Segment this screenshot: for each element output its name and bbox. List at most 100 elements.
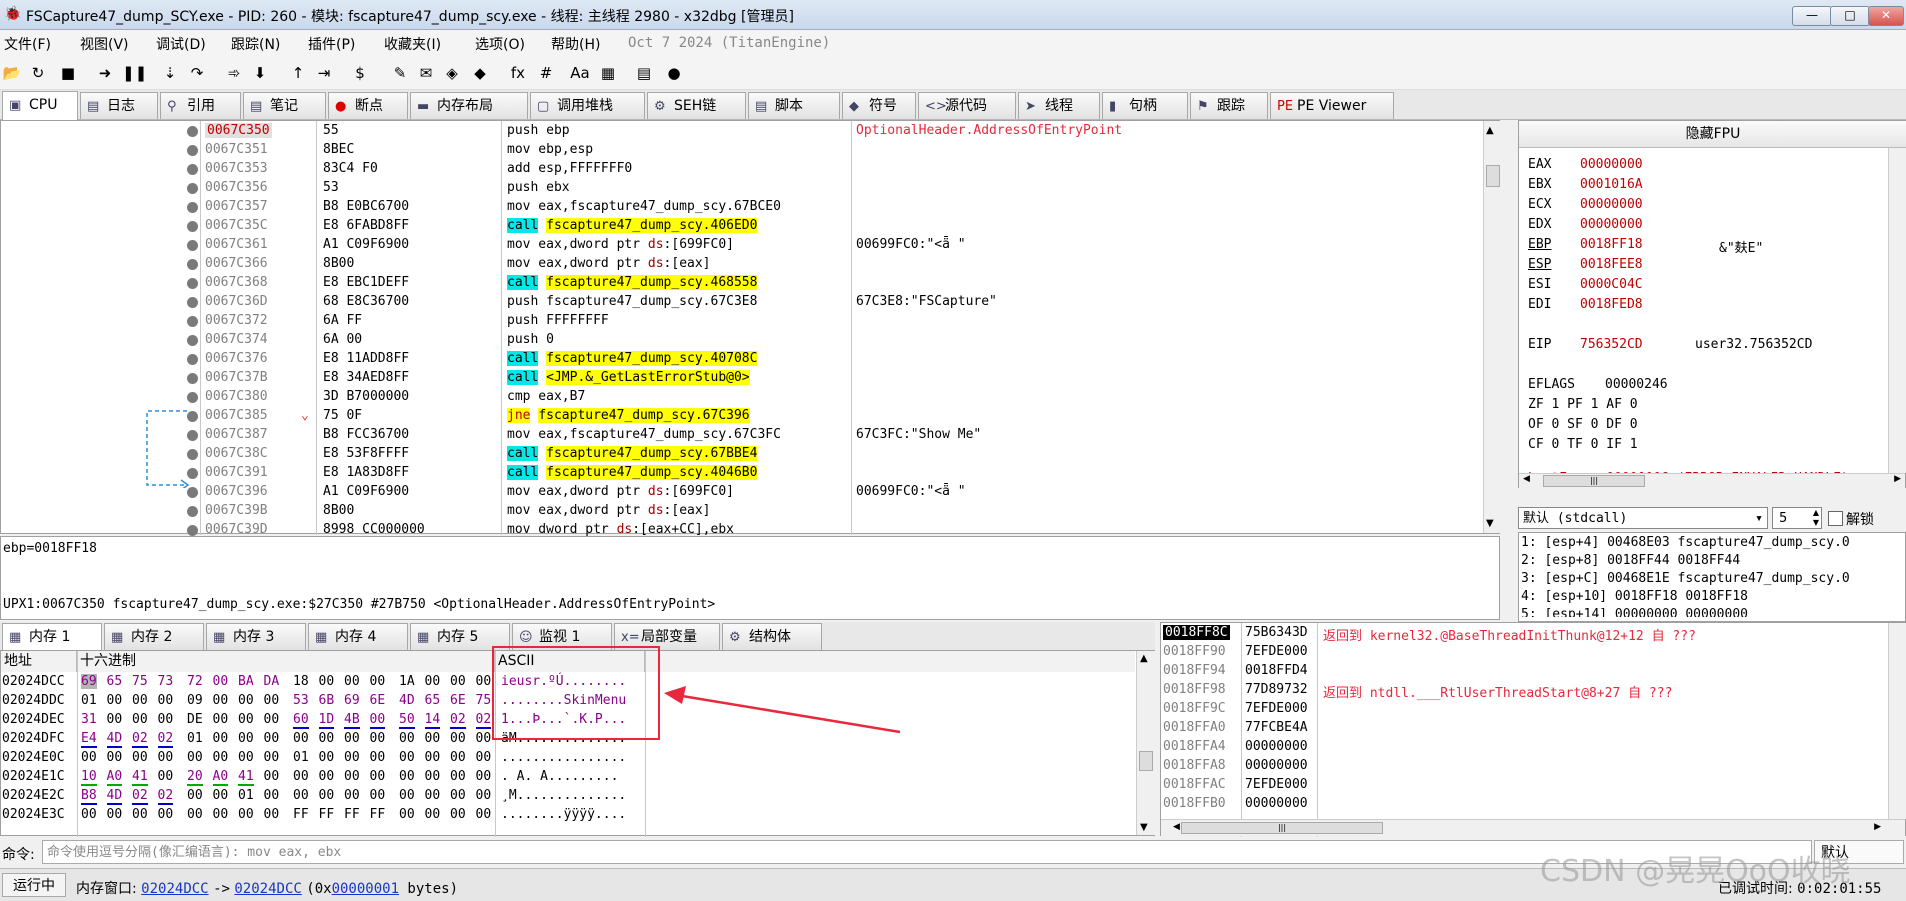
hex-byte[interactable]: 00 [187, 788, 203, 803]
disasm-address[interactable]: 0067C391 [205, 465, 268, 480]
tab-8[interactable]: ⚙ SEH链 [647, 92, 746, 119]
memory-window-start-link[interactable]: 02024DCC [141, 881, 208, 897]
hex-byte[interactable]: 00 [264, 769, 280, 784]
hide-fpu-button[interactable]: 隐藏FPU [1519, 121, 1906, 148]
hex-byte[interactable]: 00 [264, 750, 280, 765]
disasm-address[interactable]: 0067C356 [205, 180, 268, 195]
menu-debug[interactable]: 调试(D) [156, 34, 206, 54]
disasm-row[interactable]: 0067C366 8B00 mov eax,dword ptr ds:[eax] [1, 255, 1483, 274]
stack-value[interactable]: 75B6343D [1245, 625, 1308, 640]
hex-byte[interactable]: 00 [344, 750, 360, 765]
disasm-row[interactable]: 0067C385 ⌄ 75 0F jne fscapture47_dump_scy.6… [1, 407, 1483, 426]
hex-byte[interactable]: 00 [399, 731, 415, 746]
hex-byte[interactable]: 00 [370, 788, 386, 803]
hex-byte[interactable]: 69 [344, 693, 360, 708]
disasm-address[interactable]: 0067C361 [205, 237, 268, 252]
register-value[interactable]: 00000000 [1580, 197, 1643, 212]
trace-into-icon[interactable]: ➾ [224, 63, 244, 83]
hex-byte[interactable]: 00 [132, 712, 148, 727]
run-to-user-code-icon[interactable]: ⇥ [314, 63, 334, 83]
disasm-address[interactable]: 0067C385 [205, 408, 268, 423]
disasm-row[interactable]: 0067C36D 68 E8C36700 push fscapture47_dump… [1, 293, 1483, 312]
hex-byte[interactable]: 53 [293, 693, 309, 708]
hex-byte[interactable]: E4 [81, 731, 97, 748]
menu-favorites[interactable]: 收藏夹(I) [384, 34, 441, 54]
flag-row[interactable]: ZF 1 PF 1 AF 0 [1528, 397, 1638, 412]
hex-byte[interactable]: 00 [425, 674, 441, 689]
hex-byte[interactable]: 00 [450, 769, 466, 784]
hex-byte[interactable]: 00 [399, 807, 415, 822]
hex-byte[interactable]: 00 [213, 674, 229, 689]
hex-byte[interactable]: 00 [213, 712, 229, 727]
menu-help[interactable]: 帮助(H) [551, 34, 600, 54]
stack-address[interactable]: 0018FFA8 [1163, 758, 1226, 773]
disasm-row[interactable]: 0067C380 3D B7000000 cmp eax,B7 [1, 388, 1483, 407]
hex-byte[interactable]: 4D [106, 788, 123, 805]
stack-address[interactable]: 0018FF94 [1163, 663, 1226, 678]
register-value[interactable]: 0018FED8 [1580, 297, 1643, 312]
tab-9[interactable]: ▤ 脚本 [748, 92, 840, 119]
hex-byte[interactable]: 00 [107, 750, 123, 765]
hex-byte[interactable]: 00 [293, 788, 309, 803]
hex-byte[interactable]: 00 [107, 693, 123, 708]
hex-byte[interactable]: 75 [132, 674, 148, 689]
hex-byte[interactable]: 00 [107, 807, 123, 822]
tab-6[interactable]: ▬ 内存布局 [410, 92, 528, 119]
hex-byte[interactable]: FF [344, 807, 360, 822]
hash-icon[interactable]: # [536, 63, 556, 83]
stack-argument[interactable]: 2: [esp+8] 0018FF44 0018FF44 [1521, 553, 1740, 568]
dump-address[interactable]: 02024E3C [2, 807, 65, 822]
hex-byte[interactable]: 00 [187, 750, 203, 765]
dump-address[interactable]: 02024E2C [2, 788, 65, 803]
hex-byte[interactable]: 20 [187, 769, 203, 786]
stack-row[interactable]: 0018FFA4 00000000 [1161, 738, 1887, 757]
stack-address[interactable]: 0018FFAC [1163, 777, 1226, 792]
execute-till-return-icon[interactable]: ↑ [288, 63, 308, 83]
dump-address[interactable]: 02024E1C [2, 769, 65, 784]
stack-address[interactable]: 0018FF98 [1163, 682, 1226, 697]
hex-byte[interactable]: 1D [318, 712, 335, 729]
hex-byte[interactable]: 31 [81, 712, 97, 727]
stack-value[interactable]: 7EFDE000 [1245, 701, 1308, 716]
stack-address[interactable]: 0018FFA0 [1163, 720, 1226, 735]
memory-tab-1[interactable]: ▦ 内存 1 [2, 623, 102, 650]
hex-byte[interactable]: 6E [370, 693, 386, 708]
hex-byte[interactable]: 4D [399, 693, 415, 708]
hex-byte[interactable]: 00 [476, 807, 492, 822]
scroll-thumb[interactable] [1486, 165, 1500, 187]
scroll-down-icon[interactable]: ▼ [1486, 518, 1494, 529]
breakpoint-dot-icon[interactable] [187, 164, 198, 175]
hex-byte[interactable]: 02 [132, 731, 148, 748]
hex-byte[interactable]: 00 [476, 769, 492, 784]
stack-argument[interactable]: 1: [esp+4] 00468E03 fscapture47_dump_scy… [1521, 535, 1850, 550]
stack-row[interactable]: 0018FFA0 77FCBE4A [1161, 719, 1887, 738]
hex-byte[interactable]: 00 [213, 731, 229, 746]
hex-byte[interactable]: 00 [344, 674, 360, 689]
disasm-address[interactable]: 0067C368 [205, 275, 268, 290]
hex-byte[interactable]: 10 [81, 769, 97, 786]
menu-file[interactable]: 文件(F) [4, 34, 51, 54]
dump-scrollbar[interactable]: ▲ ▼ [1136, 651, 1155, 835]
disasm-row[interactable]: 0067C38C E8 53F8FFFF call fscapture47_dump… [1, 445, 1483, 464]
hex-byte[interactable]: DA [264, 674, 280, 689]
disasm-row[interactable]: 0067C374 6A 00 push 0 [1, 331, 1483, 350]
hex-byte[interactable]: 00 [238, 712, 254, 727]
stack-value[interactable]: 00000000 [1245, 758, 1308, 773]
stack-value[interactable]: 7EFDE000 [1245, 777, 1308, 792]
hex-byte[interactable]: 00 [213, 788, 229, 803]
memory-window-end-link[interactable]: 02024DCC [234, 881, 301, 897]
stack-row[interactable]: 0018FF8C 75B6343D 返回到 kernel32.@BaseThread… [1161, 624, 1887, 644]
disasm-address[interactable]: 0067C37B [205, 370, 268, 385]
disasm-address[interactable]: 0067C387 [205, 427, 268, 442]
breakpoint-dot-icon[interactable] [187, 297, 198, 308]
run-icon[interactable]: ➜ [95, 63, 115, 83]
arg-count-stepper[interactable]: 5 ▲ ▼ [1772, 507, 1822, 529]
hex-byte[interactable]: 50 [399, 712, 415, 729]
hex-byte[interactable]: 00 [158, 693, 174, 708]
hex-byte[interactable]: 00 [370, 731, 386, 746]
dump-row[interactable]: 02024E0C 00 00 00 00 00 00 00 00 01 00 00 00 00 00 00 00… [1, 749, 1135, 768]
tab-11[interactable]: <>源代码 [918, 92, 1016, 119]
hex-byte[interactable]: 00 [425, 731, 441, 746]
hex-byte[interactable]: 00 [399, 750, 415, 765]
disasm-address[interactable]: 0067C366 [205, 256, 268, 271]
